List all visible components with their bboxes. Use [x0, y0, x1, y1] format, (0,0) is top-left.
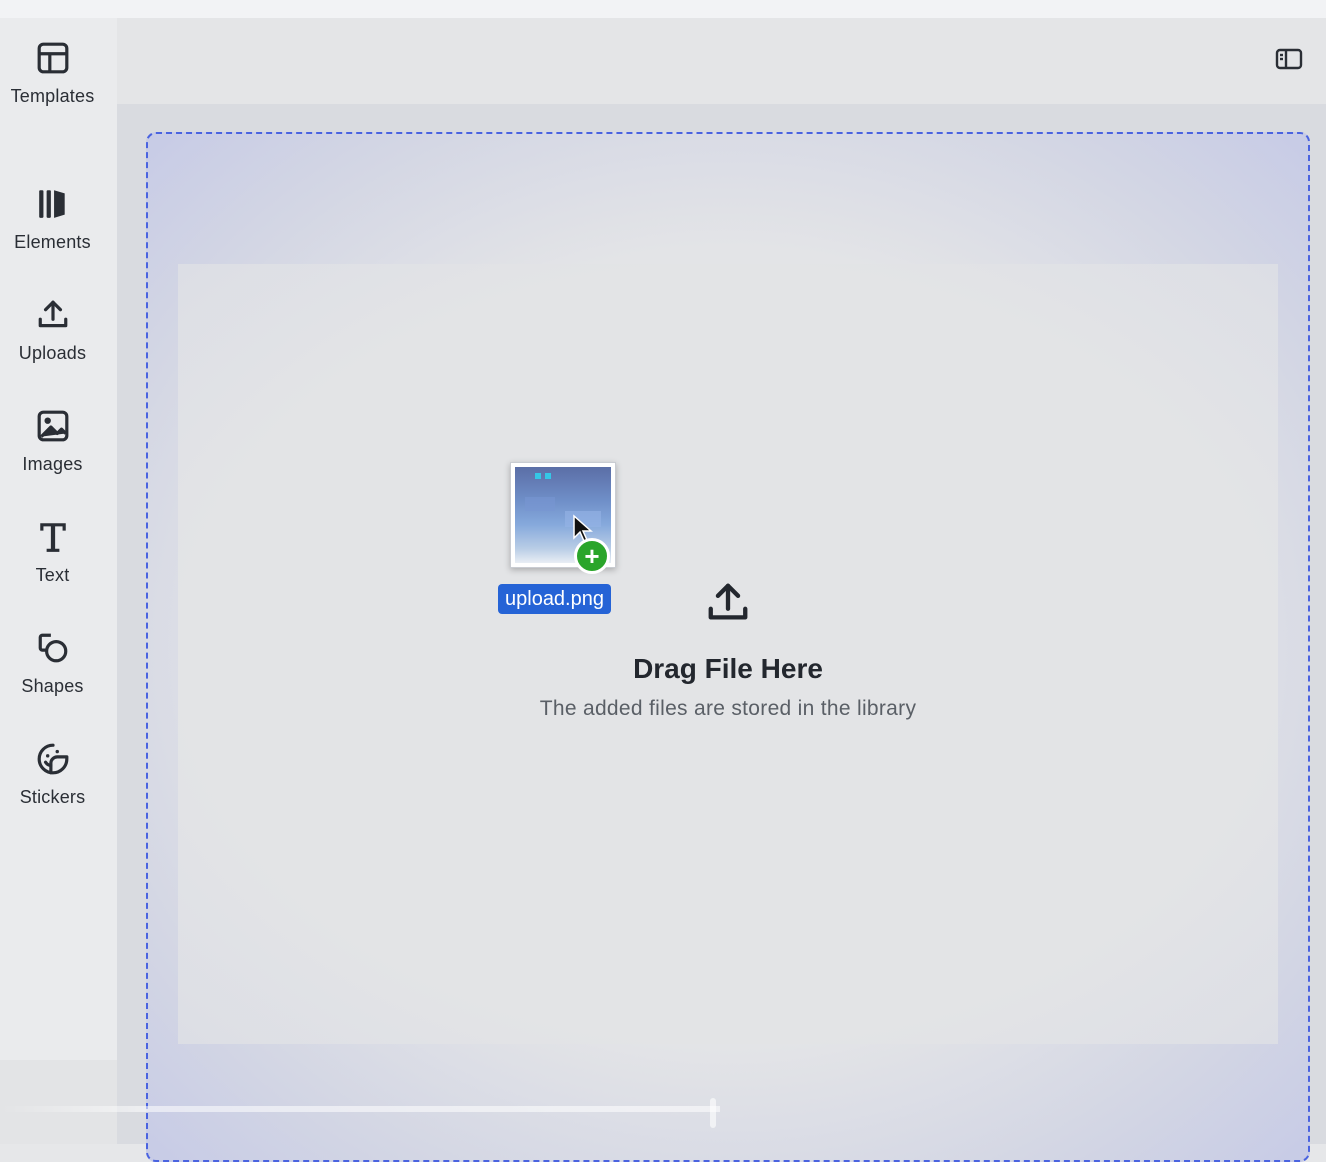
- sidebar-item-shapes[interactable]: Shapes: [0, 630, 105, 710]
- sticker-icon: [35, 741, 71, 777]
- sidebar-item-label: Elements: [14, 232, 91, 252]
- top-strip: [0, 0, 1326, 18]
- sidebar-item-images[interactable]: Images: [0, 408, 105, 488]
- sidebar-item-elements[interactable]: Elements: [0, 186, 105, 266]
- upload-icon: [705, 580, 751, 631]
- sidebar-item-label: Templates: [10, 86, 95, 106]
- sidebar-item-text[interactable]: Text: [0, 519, 105, 599]
- sidebar-item-stickers[interactable]: Stickers: [0, 741, 105, 821]
- sidebar-footer: [0, 1060, 117, 1144]
- panel-toggle-button[interactable]: [1274, 48, 1304, 74]
- sidebar-item-uploads[interactable]: Uploads: [0, 297, 105, 377]
- top-header: [117, 18, 1326, 104]
- sidebar-item-templates[interactable]: Templates: [0, 40, 105, 120]
- add-copy-badge: +: [574, 538, 610, 574]
- text-icon: [35, 519, 71, 555]
- elements-icon: [35, 186, 71, 222]
- image-icon: [35, 408, 71, 444]
- shapes-icon: [35, 630, 71, 666]
- bottom-resize-handle[interactable]: [710, 1098, 716, 1128]
- drop-title: Drag File Here: [633, 653, 823, 684]
- drop-subtitle: The added files are stored in the librar…: [539, 697, 917, 720]
- sidebar-item-label: Stickers: [19, 787, 86, 807]
- sidebar-panel-icon: [1275, 48, 1303, 75]
- bottom-scroll-track[interactable]: [0, 1106, 720, 1112]
- templates-icon: [35, 40, 71, 76]
- sidebar-item-label: Images: [22, 454, 83, 474]
- sidebar-item-label: Text: [35, 565, 70, 585]
- left-sidebar: Templates Elements Uploads Images Text S…: [0, 18, 117, 1144]
- sidebar-item-label: Shapes: [21, 676, 84, 696]
- upload-icon: [35, 297, 71, 333]
- dragged-file-name: upload.png: [498, 584, 611, 614]
- sidebar-item-label: Uploads: [18, 343, 87, 363]
